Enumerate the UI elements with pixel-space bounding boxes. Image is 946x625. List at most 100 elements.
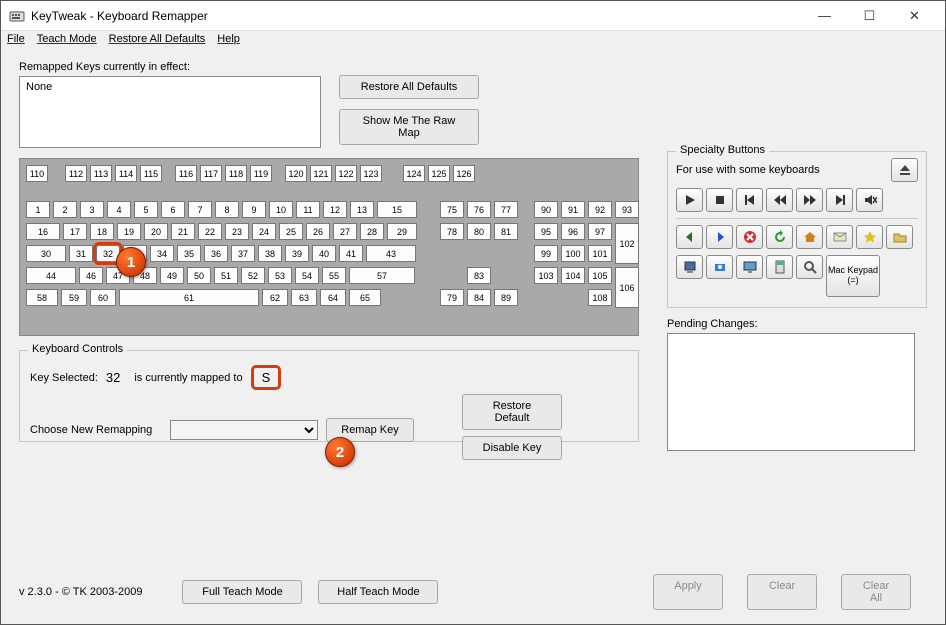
key-122[interactable]: 122 (335, 165, 357, 182)
key-59[interactable]: 59 (61, 289, 87, 306)
key-20[interactable]: 20 (144, 223, 168, 240)
key-57[interactable]: 57 (349, 267, 415, 284)
key-77[interactable]: 77 (494, 201, 518, 218)
key-15[interactable]: 15 (377, 201, 417, 218)
key-121[interactable]: 121 (310, 165, 332, 182)
play-button[interactable] (676, 188, 703, 212)
key-5[interactable]: 5 (134, 201, 158, 218)
key-29[interactable]: 29 (387, 223, 417, 240)
key-116[interactable]: 116 (175, 165, 197, 182)
key-36[interactable]: 36 (204, 245, 228, 262)
key-39[interactable]: 39 (285, 245, 309, 262)
key-119[interactable]: 119 (250, 165, 272, 182)
menu-help[interactable]: Help (217, 33, 240, 49)
menu-teach-mode[interactable]: Teach Mode (37, 33, 97, 49)
key-110[interactable]: 110 (26, 165, 48, 182)
media-button[interactable] (706, 255, 733, 279)
key-1[interactable]: 1 (26, 201, 50, 218)
key-108[interactable]: 108 (588, 289, 612, 306)
prev-track-button[interactable] (736, 188, 763, 212)
folder-button[interactable] (886, 225, 913, 249)
key-91[interactable]: 91 (561, 201, 585, 218)
key-96[interactable]: 96 (561, 223, 585, 240)
key-83[interactable]: 83 (467, 267, 491, 284)
clear-all-button[interactable]: Clear All (841, 574, 911, 610)
key-125[interactable]: 125 (428, 165, 450, 182)
key-22[interactable]: 22 (198, 223, 222, 240)
key-13[interactable]: 13 (350, 201, 374, 218)
key-31[interactable]: 31 (69, 245, 93, 262)
back-button[interactable] (676, 225, 703, 249)
key-8[interactable]: 8 (215, 201, 239, 218)
key-75[interactable]: 75 (440, 201, 464, 218)
restore-default-button[interactable]: Restore Default (462, 394, 562, 430)
key-101[interactable]: 101 (588, 245, 612, 262)
key-104[interactable]: 104 (561, 267, 585, 284)
key-60[interactable]: 60 (90, 289, 116, 306)
key-114[interactable]: 114 (115, 165, 137, 182)
key-106[interactable]: 106 (615, 267, 639, 308)
minimize-button[interactable]: — (802, 1, 847, 31)
key-113[interactable]: 113 (90, 165, 112, 182)
key-38[interactable]: 38 (258, 245, 282, 262)
key-3[interactable]: 3 (80, 201, 104, 218)
key-117[interactable]: 117 (200, 165, 222, 182)
eject-button[interactable] (891, 158, 918, 182)
key-24[interactable]: 24 (252, 223, 276, 240)
mail-button[interactable] (826, 225, 853, 249)
full-teach-mode-button[interactable]: Full Teach Mode (182, 580, 302, 604)
key-43[interactable]: 43 (366, 245, 416, 262)
show-raw-map-button[interactable]: Show Me The Raw Map (339, 109, 479, 145)
key-126[interactable]: 126 (453, 165, 475, 182)
key-9[interactable]: 9 (242, 201, 266, 218)
mac-keypad-button[interactable]: Mac Keypad (=) (826, 255, 880, 297)
key-84[interactable]: 84 (467, 289, 491, 306)
mute-button[interactable] (856, 188, 883, 212)
key-30[interactable]: 30 (26, 245, 66, 262)
remapping-select[interactable] (170, 420, 318, 440)
disable-key-button[interactable]: Disable Key (462, 436, 562, 460)
key-46[interactable]: 46 (79, 267, 103, 284)
calculator-button[interactable] (766, 255, 793, 279)
key-79[interactable]: 79 (440, 289, 464, 306)
key-62[interactable]: 62 (262, 289, 288, 306)
key-4[interactable]: 4 (107, 201, 131, 218)
key-103[interactable]: 103 (534, 267, 558, 284)
key-21[interactable]: 21 (171, 223, 195, 240)
key-55[interactable]: 55 (322, 267, 346, 284)
key-49[interactable]: 49 (160, 267, 184, 284)
key-100[interactable]: 100 (561, 245, 585, 262)
key-2[interactable]: 2 (53, 201, 77, 218)
my-computer-button[interactable] (676, 255, 703, 279)
key-12[interactable]: 12 (323, 201, 347, 218)
menu-restore-defaults[interactable]: Restore All Defaults (109, 33, 206, 49)
clear-button[interactable]: Clear (747, 574, 817, 610)
key-7[interactable]: 7 (188, 201, 212, 218)
cancel-button[interactable] (736, 225, 763, 249)
maximize-button[interactable]: ☐ (847, 1, 892, 31)
key-92[interactable]: 92 (588, 201, 612, 218)
remapped-keys-list[interactable]: None (19, 76, 321, 148)
key-35[interactable]: 35 (177, 245, 201, 262)
key-58[interactable]: 58 (26, 289, 58, 306)
key-50[interactable]: 50 (187, 267, 211, 284)
key-118[interactable]: 118 (225, 165, 247, 182)
favorites-button[interactable] (856, 225, 883, 249)
key-40[interactable]: 40 (312, 245, 336, 262)
key-81[interactable]: 81 (494, 223, 518, 240)
key-95[interactable]: 95 (534, 223, 558, 240)
restore-all-defaults-button[interactable]: Restore All Defaults (339, 75, 479, 99)
desktop-button[interactable] (736, 255, 763, 279)
key-63[interactable]: 63 (291, 289, 317, 306)
key-51[interactable]: 51 (214, 267, 238, 284)
key-16[interactable]: 16 (26, 223, 60, 240)
key-23[interactable]: 23 (225, 223, 249, 240)
key-93[interactable]: 93 (615, 201, 639, 218)
rewind-button[interactable] (766, 188, 793, 212)
key-115[interactable]: 115 (140, 165, 162, 182)
forward-button[interactable] (706, 225, 733, 249)
apply-button[interactable]: Apply (653, 574, 723, 610)
key-112[interactable]: 112 (65, 165, 87, 182)
key-123[interactable]: 123 (360, 165, 382, 182)
pending-changes-list[interactable] (667, 333, 915, 451)
